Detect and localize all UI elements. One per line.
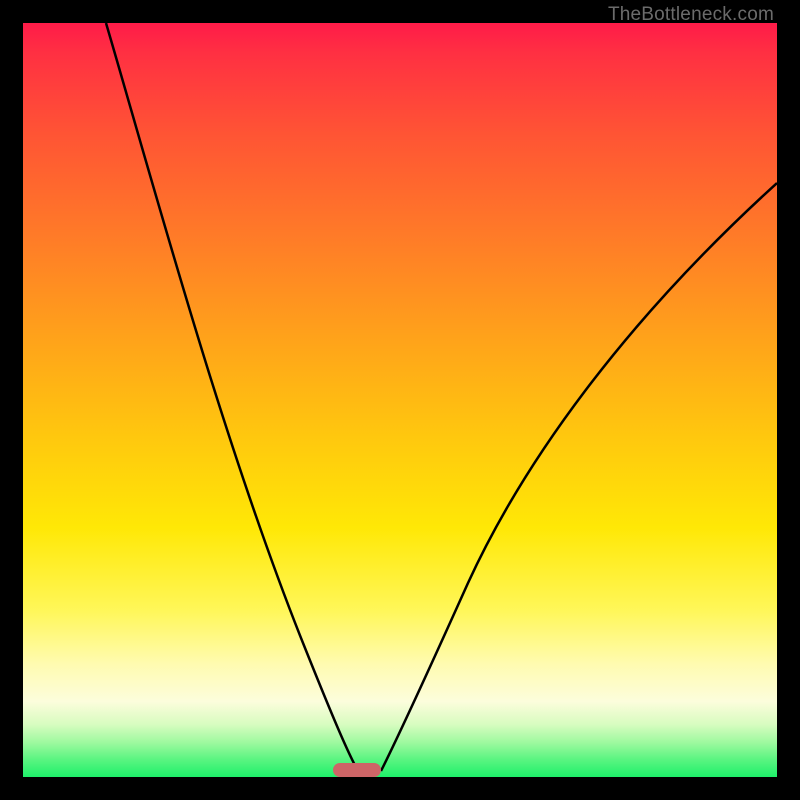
left-curve xyxy=(106,23,358,771)
watermark-text: TheBottleneck.com xyxy=(608,4,774,26)
optimal-marker xyxy=(333,763,381,777)
bottleneck-curves xyxy=(23,23,777,777)
right-curve xyxy=(381,183,777,771)
